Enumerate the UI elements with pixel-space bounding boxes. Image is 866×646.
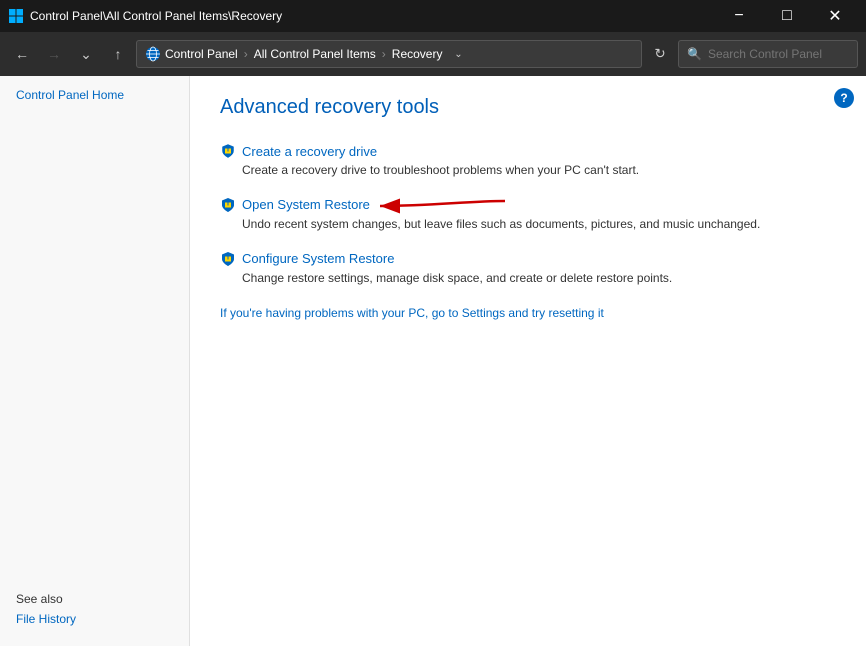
settings-reset-link[interactable]: If you're having problems with your PC, … — [220, 306, 836, 320]
control-panel-icon — [145, 46, 161, 62]
create-recovery-drive-desc: Create a recovery drive to troubleshoot … — [220, 162, 836, 179]
open-system-restore-label: Open System Restore — [242, 197, 370, 212]
create-recovery-drive-label: Create a recovery drive — [242, 144, 377, 159]
shield-icon-3 — [220, 251, 236, 267]
help-button[interactable]: ? — [834, 88, 854, 108]
see-also-label: See also — [16, 592, 173, 606]
sidebar: Control Panel Home See also File History — [0, 76, 190, 646]
window-controls: − □ ✕ — [716, 0, 858, 32]
breadcrumb-part3: Recovery — [392, 47, 443, 61]
open-system-restore-item: Open System Restore Undo recent system c… — [220, 197, 836, 233]
open-system-restore-link[interactable]: Open System Restore — [220, 197, 836, 213]
control-panel-home-link[interactable]: Control Panel Home — [16, 88, 173, 102]
page-title: Advanced recovery tools — [220, 96, 836, 119]
shield-icon-2 — [220, 197, 236, 213]
maximize-button[interactable]: □ — [764, 0, 810, 32]
breadcrumb-part2: All Control Panel Items — [254, 47, 376, 61]
window-title: Control Panel\All Control Panel Items\Re… — [30, 9, 716, 23]
titlebar: Control Panel\All Control Panel Items\Re… — [0, 0, 866, 32]
main-layout: Control Panel Home See also File History… — [0, 76, 866, 646]
app-icon — [8, 8, 24, 24]
open-system-restore-desc: Undo recent system changes, but leave fi… — [220, 216, 836, 233]
address-box[interactable]: Control Panel › All Control Panel Items … — [136, 40, 642, 68]
back-button[interactable]: ← — [8, 40, 36, 68]
search-icon: 🔍 — [687, 47, 702, 61]
shield-icon-1 — [220, 143, 236, 159]
breadcrumb-sep2: › — [382, 47, 386, 61]
address-dropdown-button[interactable]: ⌄ — [446, 40, 470, 68]
file-history-link[interactable]: File History — [16, 612, 173, 626]
minimize-button[interactable]: − — [716, 0, 762, 32]
content-area: ? Advanced recovery tools Create a recov… — [190, 76, 866, 646]
sidebar-bottom: See also File History — [16, 592, 173, 634]
up-button[interactable]: ↑ — [104, 40, 132, 68]
addressbar: ← → ⌄ ↑ Control Panel › All Control Pane… — [0, 32, 866, 76]
configure-system-restore-item: Configure System Restore Change restore … — [220, 251, 836, 287]
configure-system-restore-label: Configure System Restore — [242, 251, 394, 266]
refresh-button[interactable]: ↻ — [646, 40, 674, 68]
create-recovery-drive-item: Create a recovery drive Create a recover… — [220, 143, 836, 179]
sidebar-top: Control Panel Home — [16, 88, 173, 108]
breadcrumb-sep1: › — [244, 47, 248, 61]
search-input[interactable] — [708, 47, 863, 61]
configure-system-restore-link[interactable]: Configure System Restore — [220, 251, 836, 267]
close-button[interactable]: ✕ — [812, 0, 858, 32]
configure-system-restore-desc: Change restore settings, manage disk spa… — [220, 270, 836, 287]
create-recovery-drive-link[interactable]: Create a recovery drive — [220, 143, 836, 159]
forward-button[interactable]: → — [40, 40, 68, 68]
breadcrumb-part1: Control Panel — [165, 47, 238, 61]
recent-locations-button[interactable]: ⌄ — [72, 40, 100, 68]
search-box[interactable]: 🔍 — [678, 40, 858, 68]
